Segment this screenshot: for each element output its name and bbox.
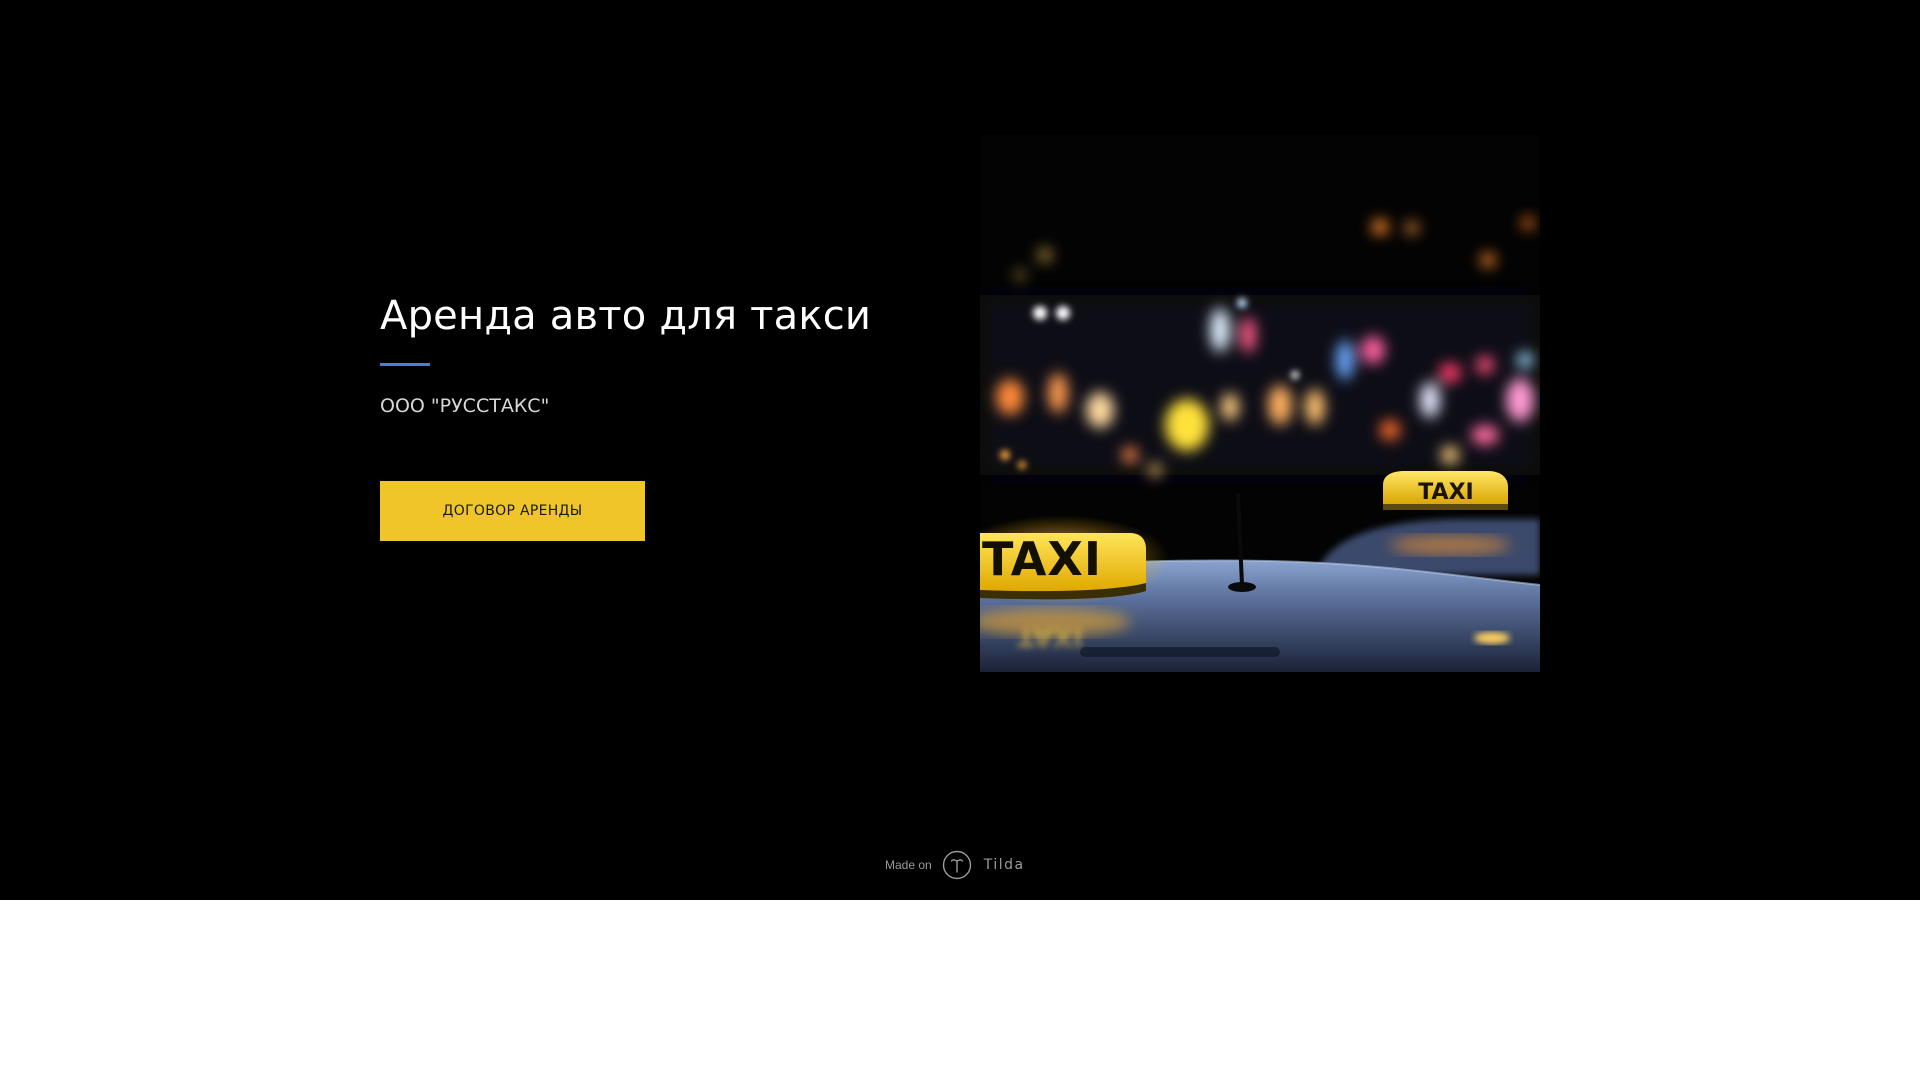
front-taxi-sign: TAXI [980,532,1146,600]
made-on-label: Made on [885,858,932,872]
page-title: Аренда авто для такси [380,293,872,339]
svg-text:TAXI: TAXI [1418,480,1473,505]
rental-agreement-button[interactable]: ДОГОВОР АРЕНДЫ [380,481,645,541]
svg-text:TAXI: TAXI [982,532,1102,586]
tilda-brand-label: Tilda [983,857,1025,873]
back-taxi-sign: TAXI [1383,471,1508,510]
title-divider [380,363,430,366]
hero-section: Аренда авто для такси ООО "РУССТАКС" ДОГ… [0,0,1920,900]
taxi-photo: TAXI TAXI TAXI [980,135,1540,672]
page: Аренда авто для такси ООО "РУССТАКС" ДОГ… [0,0,1920,1080]
svg-text:TAXI: TAXI [1017,621,1083,651]
tilda-logo-icon [942,850,972,880]
company-name: ООО "РУССТАКС" [380,395,550,417]
made-on-tilda-link[interactable]: Made on Tilda [885,848,1025,882]
